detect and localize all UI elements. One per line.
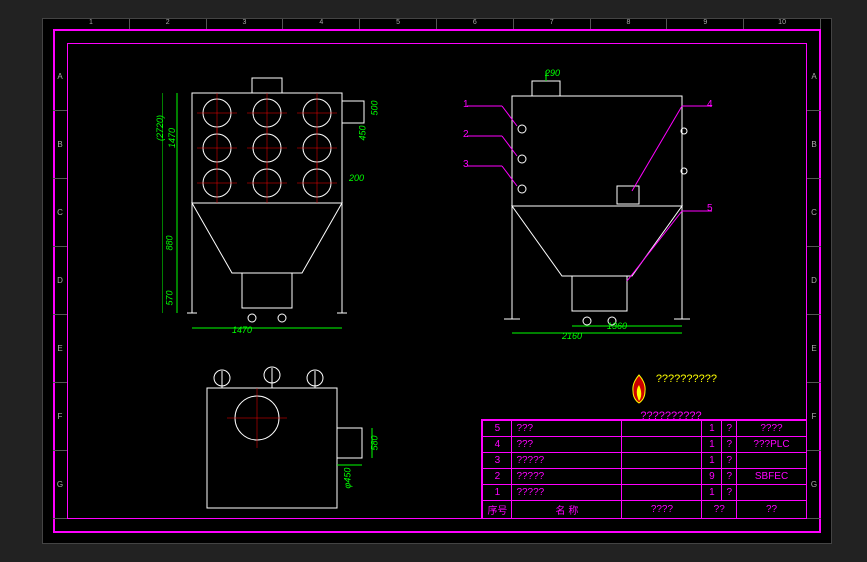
bom-row-2: 2?????9?SBFEC xyxy=(483,469,807,485)
callout-leaders xyxy=(462,71,722,331)
cad-canvas[interactable]: 12 34 56 78 910 AB CD EF G AB CD EF G xyxy=(42,18,832,544)
bom-header: 序号名 称???????? xyxy=(483,501,807,519)
dim-2720: (2720) xyxy=(155,115,165,141)
flame-icon xyxy=(625,373,653,405)
dim-580: 580 xyxy=(370,435,380,450)
bom-row-4: 4???1????PLC xyxy=(483,437,807,453)
title-block: 5???1????? 4???1????PLC 3?????1? 2?????9… xyxy=(481,419,807,519)
bom-row-3: 3?????1? xyxy=(483,453,807,469)
bom-row-5: 5???1????? xyxy=(483,421,807,437)
dim-1470h: 1470 xyxy=(232,325,252,335)
dim-450-2: φ450 xyxy=(342,468,352,489)
bom-row-1: 1?????1? xyxy=(483,485,807,501)
dim-500: 500 xyxy=(370,100,380,115)
dim-880: 880 xyxy=(165,235,175,250)
dim-200: 200 xyxy=(349,173,364,183)
front-elevation xyxy=(162,73,372,333)
dim-2160: 2160 xyxy=(562,331,582,341)
plan-view xyxy=(187,363,387,518)
ruler-right: AB CD EF G xyxy=(807,43,821,519)
dim-450: 450 xyxy=(358,125,368,140)
dim-1470v: 1470 xyxy=(167,128,177,148)
logo-text-1: ?????????? xyxy=(656,373,717,385)
ruler-top: 12 34 56 78 910 xyxy=(53,19,821,29)
drawing-area[interactable]: (2720) 1470 880 570 1470 500 450 200 xyxy=(67,43,807,519)
logo-block: ?????????? ?????????? xyxy=(625,373,717,422)
dim-570: 570 xyxy=(165,290,175,305)
ruler-left: AB CD EF G xyxy=(53,43,67,519)
